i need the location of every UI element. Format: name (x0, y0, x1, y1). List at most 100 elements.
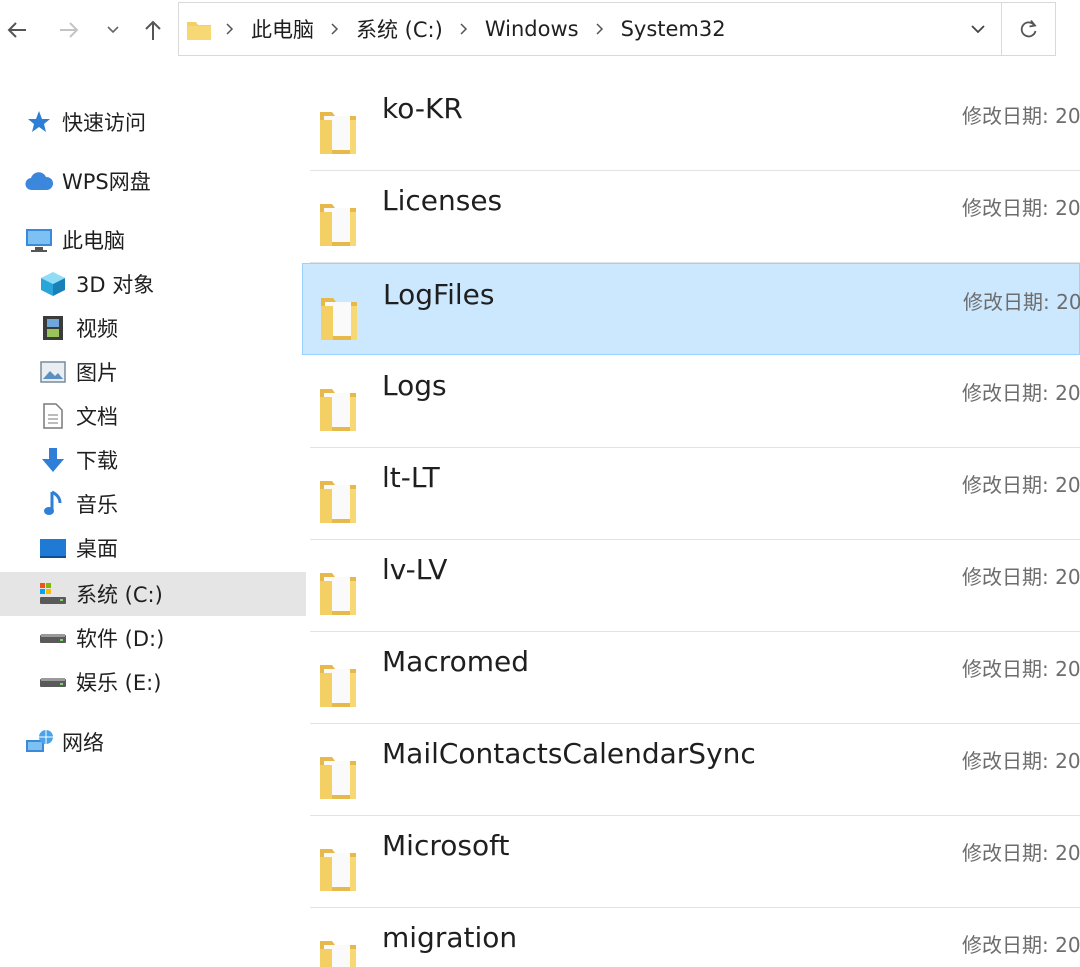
network-icon (22, 727, 56, 757)
file-row-licenses[interactable]: Licenses 修改日期: 20 (302, 170, 1080, 263)
system-drive-icon (36, 579, 70, 609)
folder-icon (318, 475, 358, 529)
back-button[interactable] (0, 10, 34, 50)
file-row-ko-kr[interactable]: ko-KR 修改日期: 20 (302, 78, 1080, 171)
file-row-lt-lt[interactable]: lt-LT 修改日期: 20 (302, 447, 1080, 540)
chevron-right-icon (330, 17, 340, 41)
sidebar-item-downloads[interactable]: 下载 (0, 438, 306, 482)
breadcrumb-this-pc[interactable]: 此电脑 (251, 14, 314, 44)
file-date-label: 修改日期: 20 (962, 657, 1080, 681)
chevron-right-icon (595, 17, 605, 41)
address-history-button[interactable] (955, 3, 1001, 55)
chevron-down-icon (107, 26, 119, 34)
folder-icon (318, 106, 358, 160)
file-date-label: 修改日期: 20 (962, 104, 1080, 128)
sidebar-item-label: 系统 (C:) (76, 583, 163, 607)
up-arrow-icon (145, 20, 161, 40)
document-icon (36, 401, 70, 431)
file-name: LogFiles (383, 278, 495, 311)
sidebar-item-quick-access[interactable]: 快速访问 (0, 100, 292, 144)
file-row-logfiles[interactable]: LogFiles 修改日期: 20 (302, 263, 1080, 355)
sidebar-item-music[interactable]: 音乐 (0, 482, 306, 526)
file-date-label: 修改日期: 20 (962, 933, 1080, 957)
file-date-label: 修改日期: 20 (963, 290, 1080, 314)
file-row-mailcontactscalendarsync[interactable]: MailContactsCalendarSync 修改日期: 20 (302, 723, 1080, 816)
file-explorer-window: 此电脑 系统 (C:) Windows System32 快速访问 WPS网盘 … (0, 0, 1080, 967)
file-row-logs[interactable]: Logs 修改日期: 20 (302, 355, 1080, 448)
sidebar-item-label: 下载 (76, 449, 118, 473)
file-name: lv-LV (382, 553, 448, 586)
file-row-lv-lv[interactable]: lv-LV 修改日期: 20 (302, 539, 1080, 632)
file-name: lt-LT (382, 461, 440, 494)
breadcrumb: 此电脑 系统 (C:) Windows System32 (225, 3, 726, 55)
sidebar-item-system-c[interactable]: 系统 (C:) (0, 572, 306, 616)
forward-arrow-icon (60, 22, 79, 38)
file-name: Logs (382, 369, 447, 402)
cube-icon (36, 269, 70, 299)
address-bar[interactable]: 此电脑 系统 (C:) Windows System32 (178, 2, 1056, 56)
back-arrow-icon (7, 22, 26, 38)
file-name: Microsoft (382, 829, 510, 862)
sidebar-item-network[interactable]: 网络 (0, 720, 292, 764)
file-name: MailContactsCalendarSync (382, 737, 756, 770)
file-row-migration[interactable]: migration 修改日期: 20 (302, 907, 1080, 967)
desktop-icon (36, 533, 70, 563)
breadcrumb-system-c[interactable]: 系统 (C:) (356, 14, 443, 44)
file-name: Licenses (382, 184, 503, 217)
sidebar-item-software-d[interactable]: 软件 (D:) (0, 616, 306, 660)
navigation-pane: 快速访问 WPS网盘 此电脑 3D 对象 视频 图片 文档 下载 音乐 桌面 系… (0, 60, 306, 967)
folder-icon (318, 198, 358, 252)
sidebar-item-label: 软件 (D:) (76, 627, 165, 651)
sidebar-item-label: 视频 (76, 317, 118, 341)
breadcrumb-system32[interactable]: System32 (621, 17, 726, 41)
file-row-macromed[interactable]: Macromed 修改日期: 20 (302, 631, 1080, 724)
sidebar-item-label: 文档 (76, 405, 118, 429)
refresh-icon (1020, 19, 1037, 38)
folder-icon (318, 659, 358, 713)
sidebar-item-this-pc[interactable]: 此电脑 (0, 218, 292, 262)
drive-icon (36, 667, 70, 697)
breadcrumb-windows[interactable]: Windows (485, 17, 579, 41)
file-name: migration (382, 921, 518, 954)
sidebar-item-entertainment-e[interactable]: 娱乐 (E:) (0, 660, 306, 704)
sidebar-item-label: 此电脑 (62, 229, 125, 253)
file-list: ko-KR 修改日期: 20 Licenses 修改日期: 20 LogFile… (302, 60, 1080, 967)
folder-icon (318, 843, 358, 897)
music-icon (36, 489, 70, 519)
file-name: ko-KR (382, 92, 463, 125)
sidebar-item-wps-drive[interactable]: WPS网盘 (0, 159, 292, 203)
folder-icon (185, 16, 213, 48)
file-date-label: 修改日期: 20 (962, 473, 1080, 497)
folder-icon (319, 292, 359, 346)
sidebar-item-3d-objects[interactable]: 3D 对象 (0, 262, 306, 306)
sidebar-item-label: 3D 对象 (76, 273, 155, 297)
sidebar-item-pictures[interactable]: 图片 (0, 350, 306, 394)
sidebar-item-label: 娱乐 (E:) (76, 671, 162, 695)
chevron-down-icon (971, 25, 985, 34)
up-button[interactable] (136, 10, 170, 50)
computer-icon (22, 225, 56, 255)
sidebar-item-desktop[interactable]: 桌面 (0, 526, 306, 570)
chevron-right-icon (225, 17, 235, 41)
file-row-microsoft[interactable]: Microsoft 修改日期: 20 (302, 815, 1080, 908)
sidebar-item-label: 网络 (62, 731, 104, 755)
folder-icon (318, 751, 358, 805)
drive-icon (36, 623, 70, 653)
refresh-button[interactable] (1001, 3, 1055, 55)
cloud-icon (22, 166, 56, 196)
navigation-bar: 此电脑 系统 (C:) Windows System32 (0, 0, 1080, 60)
film-icon (36, 313, 70, 343)
sidebar-item-label: WPS网盘 (62, 170, 151, 194)
file-date-label: 修改日期: 20 (962, 565, 1080, 589)
recent-locations-button[interactable] (98, 10, 128, 50)
sidebar-item-documents[interactable]: 文档 (0, 394, 306, 438)
file-date-label: 修改日期: 20 (962, 196, 1080, 220)
sidebar-item-label: 快速访问 (62, 111, 146, 135)
star-icon (22, 107, 56, 137)
picture-icon (36, 357, 70, 387)
forward-button[interactable] (52, 10, 86, 50)
chevron-right-icon (459, 17, 469, 41)
sidebar-item-label: 图片 (76, 361, 118, 385)
sidebar-item-label: 音乐 (76, 493, 118, 517)
sidebar-item-videos[interactable]: 视频 (0, 306, 306, 350)
